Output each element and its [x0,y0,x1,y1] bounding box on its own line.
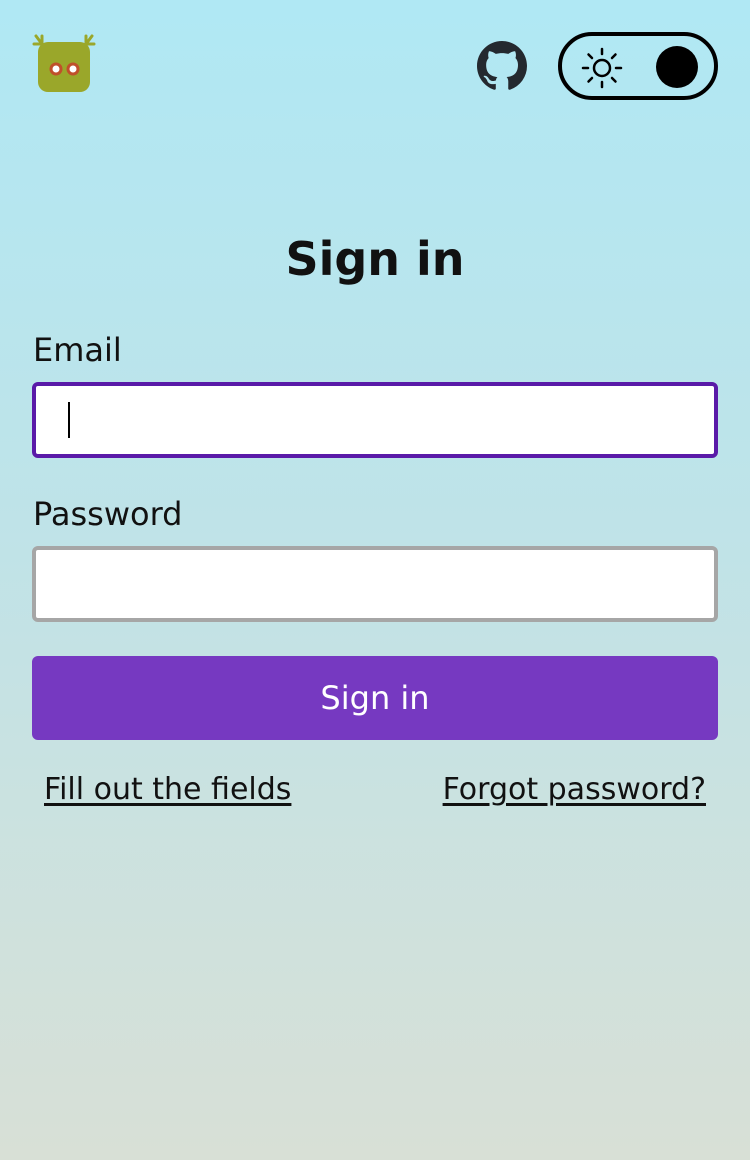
github-icon[interactable] [477,41,527,91]
password-input[interactable] [32,546,718,622]
fill-fields-link[interactable]: Fill out the fields [44,770,291,810]
text-caret [68,402,70,438]
toggle-knob[interactable] [656,46,698,88]
page-title: Sign in [285,232,465,286]
forgot-password-link[interactable]: Forgot password? [443,770,706,810]
robot-logo-icon[interactable] [32,34,96,94]
theme-toggle[interactable] [558,32,718,100]
email-label: Email [33,331,122,369]
password-label: Password [33,495,183,533]
email-input[interactable] [32,382,718,458]
sign-in-button[interactable]: Sign in [32,656,718,740]
sun-icon [580,46,624,90]
